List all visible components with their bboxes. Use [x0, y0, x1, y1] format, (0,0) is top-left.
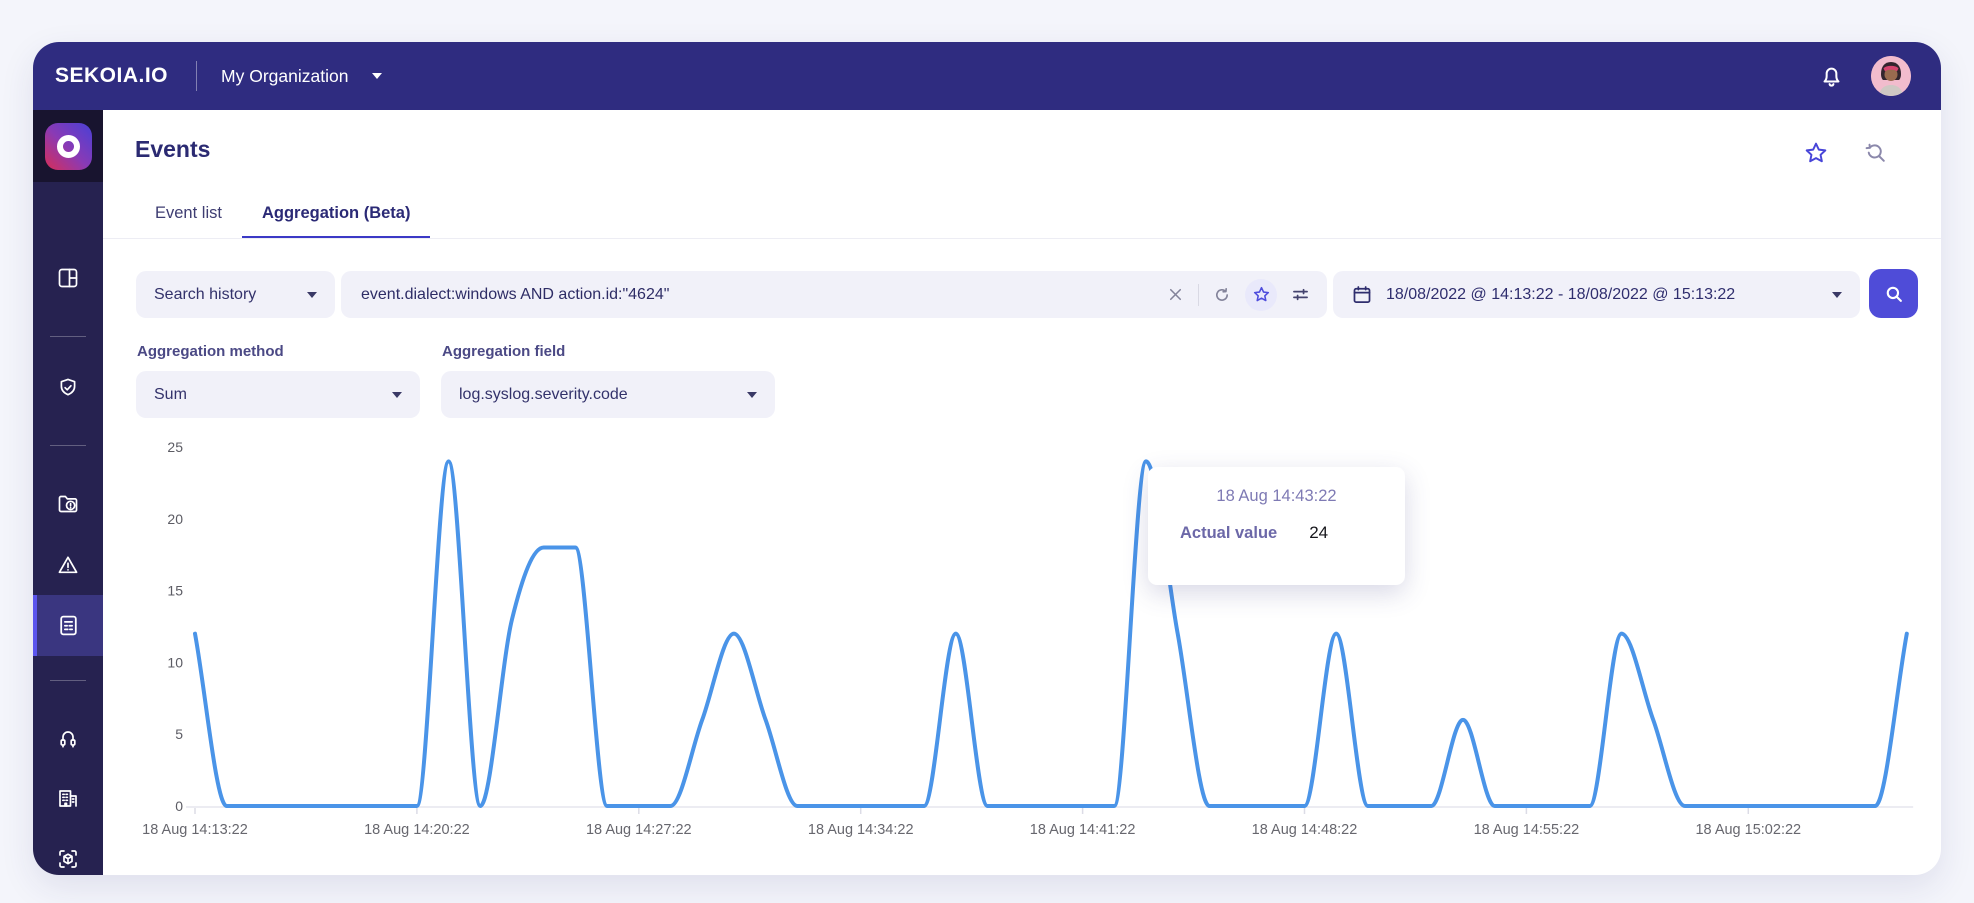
- tab-bar: Event list Aggregation (Beta): [135, 204, 431, 239]
- sidebar-item-intakes[interactable]: [33, 716, 103, 760]
- sidebar-item-community[interactable]: [33, 776, 103, 820]
- bell-icon: [1823, 67, 1840, 87]
- search-history-button[interactable]: [1863, 140, 1889, 166]
- svg-text:5: 5: [175, 726, 183, 742]
- tooltip-series-label: Actual value: [1180, 523, 1278, 542]
- cube-scan-icon: [59, 850, 77, 868]
- chart-tooltip: 18 Aug 14:43:22 Actual value 24: [1148, 467, 1405, 585]
- sidebar-item-sandbox[interactable]: [33, 837, 103, 875]
- sidebar-item-intelligence[interactable]: [33, 482, 103, 526]
- chevron-down-icon: [1832, 291, 1842, 298]
- save-query-chip[interactable]: [1245, 278, 1277, 311]
- folder-alert-icon: [58, 495, 78, 513]
- chevron-down-icon: [747, 391, 757, 398]
- topbar-divider: [196, 61, 198, 91]
- top-bar: SEKOIA.IO My Organization: [33, 42, 1941, 110]
- aggregation-field-value: log.syslog.severity.code: [459, 385, 628, 403]
- app-window: SEKOIA.IO My Organization Events Event l…: [33, 42, 1941, 875]
- clear-x-icon[interactable]: [1166, 285, 1185, 304]
- tab-event-list[interactable]: Event list: [135, 204, 242, 239]
- sidebar-item-dashboard[interactable]: [33, 256, 103, 300]
- search-history-select[interactable]: Search history: [136, 271, 335, 318]
- sidebar-logo-block: [33, 110, 103, 182]
- sidebar-item-alerts[interactable]: [33, 543, 103, 587]
- organization-selector[interactable]: My Organization: [221, 65, 383, 87]
- svg-text:18 Aug 14:34:22: 18 Aug 14:34:22: [808, 822, 914, 838]
- sidebar-item-protect[interactable]: [33, 366, 103, 410]
- chevron-down-icon: [392, 391, 402, 398]
- magnifier-icon: [1886, 286, 1902, 302]
- refresh-icon[interactable]: [1212, 285, 1232, 305]
- filter-sliders-icon[interactable]: [1290, 284, 1311, 305]
- chevron-down-icon: [372, 73, 383, 79]
- logo-ring: [56, 134, 80, 158]
- aggregation-field-select[interactable]: log.syslog.severity.code: [441, 371, 775, 418]
- sidebar-item-events[interactable]: [33, 595, 103, 656]
- query-text: event.dialect:windows AND action.id:"462…: [361, 285, 670, 303]
- sidebar-divider: [50, 680, 86, 681]
- svg-text:18 Aug 14:55:22: 18 Aug 14:55:22: [1474, 822, 1580, 838]
- favorite-star-icon: [1805, 142, 1827, 163]
- avatar-image: [1871, 56, 1911, 96]
- sekoia-logo[interactable]: [44, 122, 92, 170]
- user-avatar[interactable]: [1871, 56, 1911, 96]
- calendar-icon: [1353, 285, 1371, 303]
- favorite-page-button[interactable]: [1803, 140, 1829, 166]
- chevron-down-icon: [307, 291, 317, 298]
- svg-text:25: 25: [167, 439, 183, 455]
- svg-text:18 Aug 14:48:22: 18 Aug 14:48:22: [1252, 822, 1358, 838]
- svg-text:18 Aug 14:41:22: 18 Aug 14:41:22: [1030, 822, 1136, 838]
- notifications-button[interactable]: [1818, 63, 1845, 90]
- shield-check-icon: [60, 378, 76, 396]
- date-range-text: 18/08/2022 @ 14:13:22 - 18/08/2022 @ 15:…: [1386, 285, 1736, 303]
- plug-icon: [60, 731, 76, 748]
- svg-text:18 Aug 14:13:22: 18 Aug 14:13:22: [142, 822, 248, 838]
- aggregation-field-label: Aggregation field: [442, 343, 566, 360]
- svg-text:18 Aug 14:20:22: 18 Aug 14:20:22: [364, 822, 470, 838]
- events-list-icon: [59, 615, 77, 636]
- search-history-icon: [1865, 143, 1885, 162]
- svg-text:18 Aug 15:02:22: 18 Aug 15:02:22: [1695, 822, 1801, 838]
- building-icon: [59, 790, 77, 807]
- star-icon: [1253, 286, 1269, 302]
- dashboard-icon: [58, 268, 78, 288]
- sidebar-divider: [50, 336, 86, 337]
- aggregation-method-select[interactable]: Sum: [136, 371, 420, 418]
- svg-text:18 Aug 14:27:22: 18 Aug 14:27:22: [586, 822, 692, 838]
- events-line-chart[interactable]: 0 5 10 15 20 25 18 Aug 14:13:22 18 Aug 14:20:22…: [103, 437, 1941, 847]
- sidebar: [33, 110, 103, 875]
- svg-text:10: 10: [167, 654, 183, 670]
- aggregation-method-value: Sum: [154, 385, 187, 403]
- date-range-picker[interactable]: 18/08/2022 @ 14:13:22 - 18/08/2022 @ 15:…: [1333, 271, 1860, 318]
- chart-canvas: 0 5 10 15 20 25 18 Aug 14:13:22 18 Aug 14:20:22…: [142, 439, 1914, 838]
- brand-logo-text: SEKOIA.IO: [55, 64, 169, 87]
- sidebar-divider: [50, 445, 86, 446]
- input-divider: [1198, 283, 1199, 306]
- search-history-label: Search history: [154, 285, 257, 303]
- tab-aggregation[interactable]: Aggregation (Beta): [241, 204, 431, 239]
- query-input[interactable]: event.dialect:windows AND action.id:"462…: [341, 271, 1327, 318]
- tabs-divider: [103, 238, 1941, 239]
- aggregation-method-label: Aggregation method: [137, 343, 284, 360]
- tooltip-timestamp: 18 Aug 14:43:22: [1216, 487, 1337, 505]
- alert-triangle-icon: [58, 556, 78, 574]
- tooltip-value: 24: [1309, 523, 1329, 542]
- run-search-button[interactable]: [1869, 269, 1918, 318]
- svg-text:20: 20: [167, 511, 183, 527]
- svg-text:15: 15: [167, 583, 183, 599]
- svg-text:0: 0: [175, 798, 183, 814]
- page-title: Events: [135, 136, 211, 162]
- organization-name: My Organization: [221, 65, 349, 86]
